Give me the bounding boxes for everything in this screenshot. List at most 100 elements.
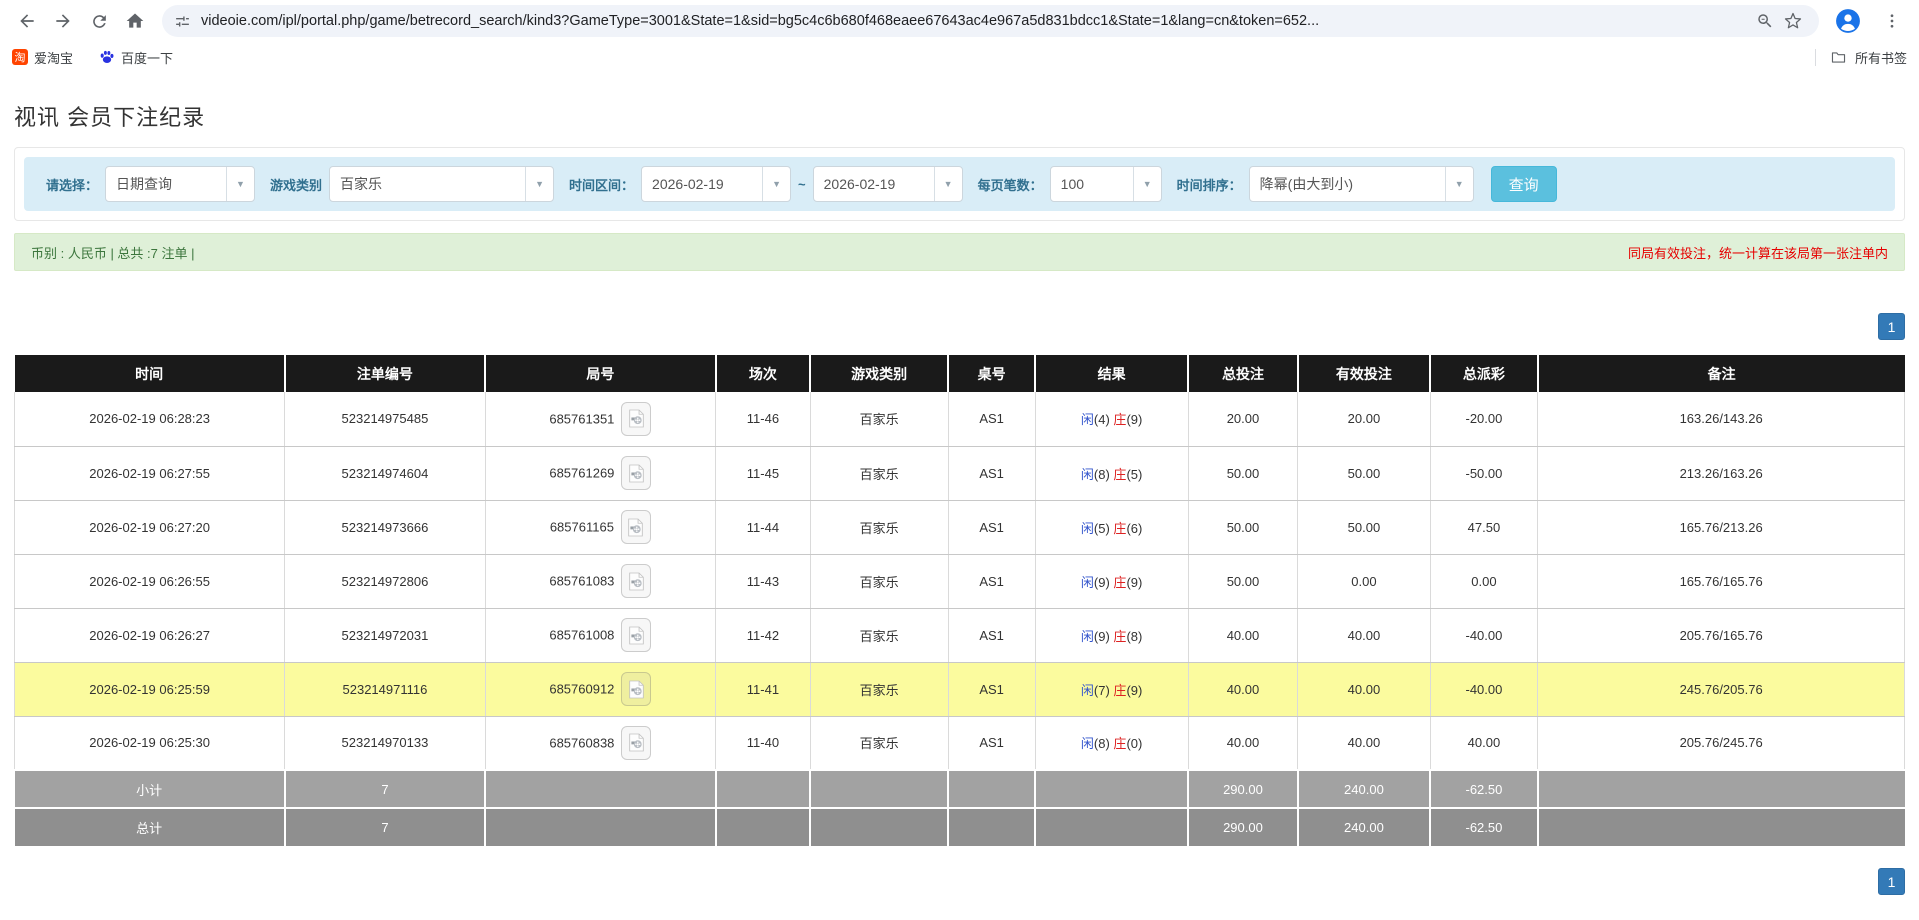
video-file-icon <box>628 733 645 752</box>
total-count: 7 <box>285 808 485 846</box>
cell-result: 闲(9) 庄(9) <box>1035 554 1188 608</box>
cell-remark: 163.26/143.26 <box>1538 392 1905 446</box>
cell-payout: -50.00 <box>1430 446 1538 500</box>
chevron-down-icon <box>1445 167 1473 201</box>
avatar-icon <box>1835 8 1861 34</box>
cell-total-bet[interactable]: 50.00 <box>1188 500 1298 554</box>
cell-table-no: AS1 <box>948 392 1035 446</box>
video-replay-button[interactable] <box>621 456 651 490</box>
table-row: 2026-02-19 06:26:55523214972806685761083… <box>15 554 1905 608</box>
video-replay-button[interactable] <box>621 510 651 544</box>
page-size-select[interactable]: 100 <box>1050 166 1162 202</box>
browser-menu-button[interactable] <box>1875 4 1909 38</box>
page-1-button[interactable]: 1 <box>1878 868 1905 895</box>
cell-valid-bet: 50.00 <box>1298 446 1430 500</box>
refresh-button[interactable] <box>82 4 116 38</box>
cell-payout: -40.00 <box>1430 662 1538 716</box>
cell-total-bet[interactable]: 50.00 <box>1188 554 1298 608</box>
cell-remark: 205.76/165.76 <box>1538 608 1905 662</box>
bookmark-star-button[interactable] <box>1779 7 1807 35</box>
cell-time: 2026-02-19 06:25:59 <box>15 662 285 716</box>
page-1-button[interactable]: 1 <box>1878 313 1905 340</box>
subtotal-row: 小计 7 290.00 240.00 -62.50 <box>15 770 1905 808</box>
cell-round: 685761008 <box>485 608 716 662</box>
video-file-icon <box>628 626 645 645</box>
cell-table-no: AS1 <box>948 608 1035 662</box>
query-type-select[interactable]: 日期查询 <box>105 166 255 202</box>
all-bookmarks[interactable]: 所有书签 <box>1815 48 1907 67</box>
star-icon <box>1784 12 1802 30</box>
column-header: 局号 <box>485 355 716 392</box>
date-to-value: 2026-02-19 <box>814 167 934 201</box>
cell-bet-id: 523214973666 <box>285 500 485 554</box>
cell-round: 685761269 <box>485 446 716 500</box>
game-type-select[interactable]: 百家乐 <box>329 166 554 202</box>
cell-result: 闲(9) 庄(8) <box>1035 608 1188 662</box>
cell-time: 2026-02-19 06:25:30 <box>15 716 285 770</box>
forward-icon <box>53 11 73 31</box>
cell-time: 2026-02-19 06:28:23 <box>15 392 285 446</box>
column-header: 有效投注 <box>1298 355 1430 392</box>
bookmark-aitaobao[interactable]: 淘 爱淘宝 <box>12 48 73 67</box>
total-valid-bet: 240.00 <box>1298 808 1430 846</box>
sort-select[interactable]: 降幂(由大到小) <box>1249 166 1474 202</box>
back-button[interactable] <box>10 4 44 38</box>
cell-valid-bet: 0.00 <box>1298 554 1430 608</box>
round-number: 685761269 <box>549 466 614 481</box>
cell-payout: -20.00 <box>1430 392 1538 446</box>
result-player-score: (5) <box>1094 521 1110 536</box>
cell-total-bet[interactable]: 20.00 <box>1188 392 1298 446</box>
cell-table-no: AS1 <box>948 662 1035 716</box>
result-banker: 庄 <box>1113 683 1126 698</box>
profile-button[interactable] <box>1831 4 1865 38</box>
zoom-button[interactable] <box>1751 7 1779 35</box>
chevron-down-icon <box>934 167 962 201</box>
cell-game-type: 百家乐 <box>810 716 948 770</box>
cell-session: 11-41 <box>716 662 811 716</box>
cell-total-bet[interactable]: 50.00 <box>1188 446 1298 500</box>
cell-round: 685760912 <box>485 662 716 716</box>
date-to-select[interactable]: 2026-02-19 <box>813 166 963 202</box>
range-tilde: ~ <box>798 177 806 192</box>
tune-icon <box>174 13 191 30</box>
subtotal-valid-bet: 240.00 <box>1298 770 1430 808</box>
cell-total-bet[interactable]: 40.00 <box>1188 716 1298 770</box>
cell-valid-bet: 40.00 <box>1298 662 1430 716</box>
cell-game-type: 百家乐 <box>810 662 948 716</box>
video-replay-button[interactable] <box>621 726 651 760</box>
total-label: 总计 <box>15 808 285 846</box>
video-replay-button[interactable] <box>621 564 651 598</box>
video-replay-button[interactable] <box>621 618 651 652</box>
currency-total-text: 币别 : 人民币 | 总共 :7 注单 | <box>31 243 195 262</box>
bookmark-baidu[interactable]: 百度一下 <box>99 48 173 67</box>
page-size-label: 每页笔数： <box>978 175 1043 194</box>
bookmarks-bar: 淘 爱淘宝 百度一下 所有书签 <box>0 42 1919 72</box>
date-from-select[interactable]: 2026-02-19 <box>641 166 791 202</box>
video-replay-button[interactable] <box>621 402 651 436</box>
result-player-score: (8) <box>1094 736 1110 751</box>
cell-table-no: AS1 <box>948 500 1035 554</box>
column-header: 注单编号 <box>285 355 485 392</box>
video-file-icon <box>628 409 645 428</box>
video-file-icon <box>628 464 645 483</box>
cell-valid-bet: 40.00 <box>1298 608 1430 662</box>
home-button[interactable] <box>118 4 152 38</box>
chevron-down-icon <box>525 167 553 201</box>
table-row: 2026-02-19 06:25:59523214971116685760912… <box>15 662 1905 716</box>
back-icon <box>17 11 37 31</box>
query-button[interactable]: 查询 <box>1491 166 1557 202</box>
url-text: videoie.com/ipl/portal.php/game/betrecor… <box>201 13 1751 29</box>
cell-bet-id: 523214974604 <box>285 446 485 500</box>
bet-records-table: 时间注单编号局号场次游戏类别桌号结果总投注有效投注总派彩备注 2026-02-1… <box>14 355 1905 846</box>
result-banker-score: (6) <box>1126 521 1142 536</box>
address-bar[interactable]: videoie.com/ipl/portal.php/game/betrecor… <box>162 5 1819 37</box>
result-player-score: (7) <box>1094 683 1110 698</box>
cell-total-bet[interactable]: 40.00 <box>1188 662 1298 716</box>
cell-bet-id: 523214971116 <box>285 662 485 716</box>
video-replay-button[interactable] <box>621 672 651 706</box>
forward-button[interactable] <box>46 4 80 38</box>
cell-total-bet[interactable]: 40.00 <box>1188 608 1298 662</box>
menu-dots-icon <box>1883 12 1901 30</box>
taobao-icon: 淘 <box>12 49 28 65</box>
table-footer: 小计 7 290.00 240.00 -62.50 总计 7 290.00 24… <box>15 770 1905 846</box>
